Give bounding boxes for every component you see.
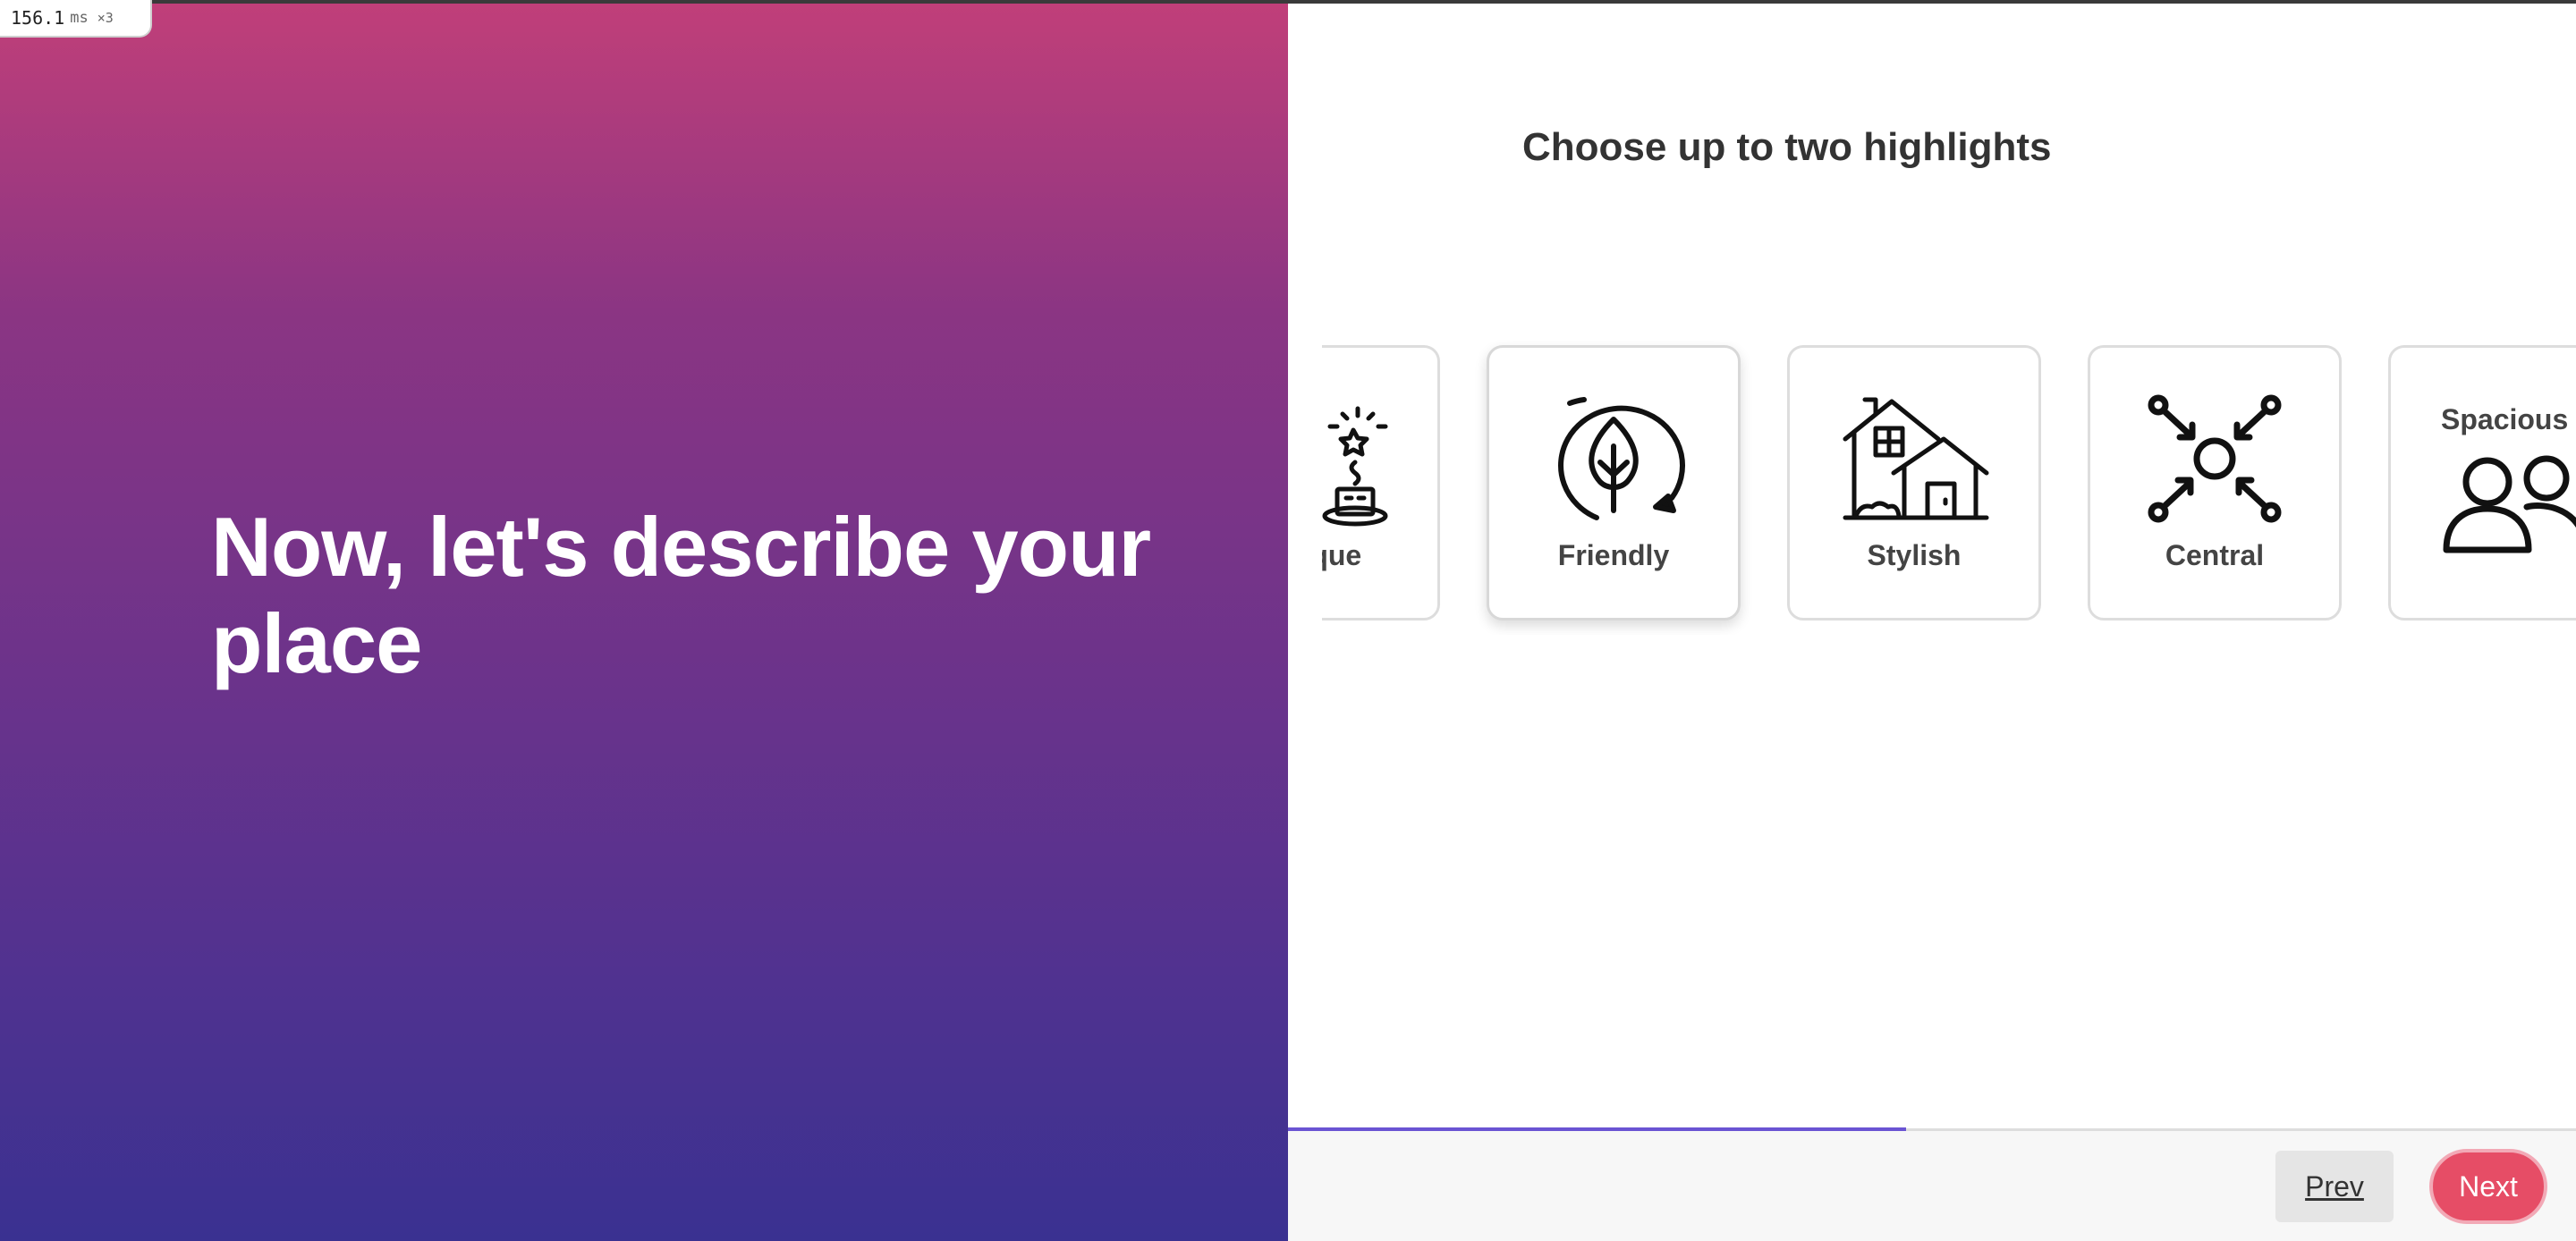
intro-panel: Now, let's describe your place (0, 0, 1288, 1241)
highlight-label: Stylish (1867, 539, 1962, 571)
window-top-border (0, 0, 2576, 4)
people-icon (2441, 452, 2576, 559)
highlight-card-friendly[interactable]: Friendly (1487, 345, 1741, 620)
highlight-card-spacious[interactable]: Spacious (2388, 345, 2576, 620)
highlight-label: Friendly (1557, 539, 1670, 571)
performance-badge: 156.1 ms ×3 (0, 0, 152, 38)
highlight-card-central[interactable]: Central (2088, 345, 2342, 620)
footer-bar: Prev Next (1288, 1131, 2576, 1241)
highlights-panel: Choose up to two highlights ue Friendly … (1288, 0, 2576, 1241)
prev-button[interactable]: Prev (2275, 1151, 2394, 1222)
perf-value: 156.1 (11, 7, 65, 29)
house-icon (1838, 393, 1990, 527)
highlight-card-unique[interactable]: Unique (1322, 345, 1440, 620)
perf-unit: ms (70, 9, 89, 27)
highlights-carousel[interactable]: Unique Friendly (1322, 340, 2576, 635)
highlight-label: Spacious (2441, 403, 2569, 435)
leaf-icon (1538, 393, 1690, 527)
highlight-card-stylish[interactable]: Stylish (1787, 345, 2041, 620)
highlight-label: Unique (1322, 539, 1362, 571)
central-icon (2139, 393, 2291, 527)
next-button[interactable]: Next (2429, 1149, 2547, 1224)
perf-multiplier: ×3 (97, 10, 114, 26)
unique-icon (1322, 393, 1389, 527)
intro-title: Now, let's describe your place (211, 500, 1151, 690)
app-screen: 156.1 ms ×3 Now, let's describe your pla… (0, 0, 2576, 1241)
highlights-title: Choose up to two highlights (1522, 125, 2052, 169)
highlight-label: Central (2165, 539, 2265, 571)
